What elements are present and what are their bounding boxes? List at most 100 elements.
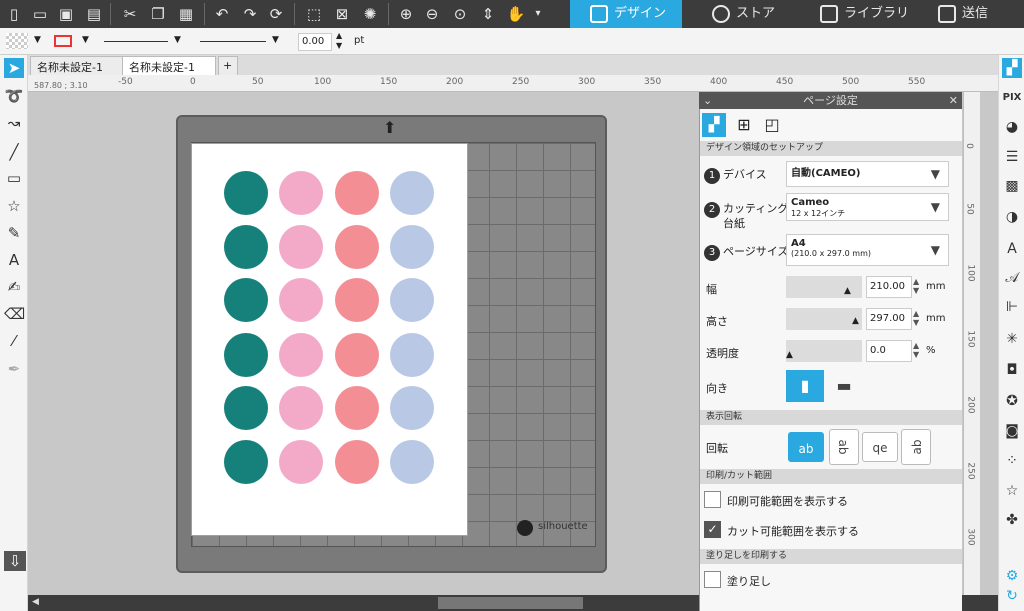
rotate-90-button[interactable]: ab [829, 429, 859, 465]
sync-icon[interactable]: ↻ [1002, 586, 1022, 606]
polygon-tool-icon[interactable]: ☆ [4, 196, 24, 216]
refresh-icon[interactable]: ⟳ [266, 4, 286, 24]
landscape-icon[interactable]: ▬ [830, 374, 858, 398]
zoom-in-icon[interactable]: ⊕ [396, 4, 416, 24]
eyedropper-tool-icon[interactable]: ✒ [4, 359, 24, 379]
cutting-mat-dropdown[interactable]: Cameo 12 x 12インチ ▼ [786, 193, 949, 221]
contrast-icon[interactable]: ◑ [1002, 207, 1022, 227]
tab-send[interactable]: 送信 [918, 0, 1024, 28]
rotate-0-button[interactable]: ab [788, 432, 824, 462]
scroll-left-icon[interactable]: ◀ [32, 597, 39, 607]
sticker-teal[interactable] [224, 333, 268, 377]
offset-icon[interactable]: ✪ [1002, 391, 1022, 411]
bleed-checkbox[interactable] [704, 571, 721, 588]
line-style-preview[interactable] [104, 41, 168, 42]
rotate-270-button[interactable]: ab [901, 429, 931, 465]
line-tool-icon[interactable]: ╱ [4, 142, 24, 162]
sticker-pink[interactable] [279, 386, 323, 430]
close-icon[interactable]: ✕ [949, 92, 958, 109]
portrait-icon[interactable]: ▮ [786, 370, 824, 402]
sticker-coral[interactable] [335, 225, 379, 269]
trace-icon[interactable]: ◙ [1002, 421, 1022, 441]
cut-area-checkbox[interactable]: ✓ [704, 521, 721, 538]
transparency-slider[interactable]: ▲ [786, 340, 862, 362]
chevron-down-icon[interactable]: ▼ [34, 35, 41, 45]
line-join-preview[interactable] [200, 41, 266, 42]
sticker-pink[interactable] [279, 225, 323, 269]
print-icon[interactable]: ▤ [84, 4, 104, 24]
star-icon[interactable]: ☆ [1002, 481, 1022, 501]
modify-icon[interactable]: ◘ [1002, 360, 1022, 380]
transparency-spinner[interactable]: ▲ ▼ [913, 341, 919, 359]
print-area-checkbox[interactable] [704, 491, 721, 508]
spinner-icon[interactable]: ▲ ▼ [336, 31, 342, 51]
align-icon[interactable]: ⊩ [1002, 297, 1022, 317]
tab-library[interactable]: ライブラリ [800, 0, 915, 28]
deselect-icon[interactable]: ⊠ [332, 4, 352, 24]
replicate-icon[interactable]: ⁘ [1002, 451, 1022, 471]
chevron-down-icon[interactable]: ▼ [174, 35, 181, 45]
point-edit-tool-icon[interactable]: ↝ [4, 113, 24, 133]
line-width-input[interactable]: 0.00 [298, 33, 332, 51]
chevron-down-icon[interactable]: ⌄ [703, 92, 712, 109]
chevron-down-icon[interactable]: ▼ [82, 35, 89, 45]
sticker-pink[interactable] [279, 278, 323, 322]
sticker-teal[interactable] [224, 171, 268, 215]
page-size-dropdown[interactable]: A4 (210.0 x 297.0 mm) ▼ [786, 234, 949, 266]
zoom-select-icon[interactable]: ⊙ [450, 4, 470, 24]
width-input[interactable]: 210.00 [866, 276, 912, 298]
download-panel-icon[interactable]: ⇩ [4, 551, 26, 571]
page-settings-icon[interactable]: ▞ [702, 113, 726, 137]
sticker-teal[interactable] [224, 440, 268, 484]
page-setup-icon[interactable]: ▞ [1002, 58, 1022, 78]
new-tab-button[interactable]: + [218, 56, 238, 75]
sticker-coral[interactable] [335, 440, 379, 484]
sticker-coral[interactable] [335, 386, 379, 430]
pencil-tool-icon[interactable]: ✎ [4, 223, 24, 243]
fit-to-page-icon[interactable]: ⇕ [478, 4, 498, 24]
grid-settings-icon[interactable]: ⊞ [732, 113, 756, 137]
open-folder-icon[interactable]: ▭ [30, 4, 50, 24]
transform-icon[interactable]: ✳ [1002, 329, 1022, 349]
text-style-icon[interactable]: A [1002, 239, 1022, 259]
transparency-input[interactable]: 0.0 [866, 340, 912, 362]
select-all-icon[interactable]: ⬚ [304, 4, 324, 24]
height-spinner[interactable]: ▲ ▼ [913, 309, 919, 327]
sticker-teal[interactable] [224, 225, 268, 269]
sticker-blue[interactable] [390, 171, 434, 215]
pixscan-icon[interactable]: PIX [1002, 88, 1022, 108]
select-tool-icon[interactable]: ➤ [4, 58, 24, 78]
tab-design[interactable]: デザイン [570, 0, 682, 28]
new-file-icon[interactable]: ▯ [4, 4, 24, 24]
rotate-180-button[interactable]: qe [862, 432, 898, 462]
sticker-blue[interactable] [390, 333, 434, 377]
height-input[interactable]: 297.00 [866, 308, 912, 330]
puzzle-icon[interactable]: ✤ [1002, 510, 1022, 530]
chevron-down-icon[interactable]: ▾ [528, 4, 548, 24]
zoom-out-icon[interactable]: ⊖ [422, 4, 442, 24]
device-dropdown[interactable]: 自動(CAMEO) ▼ [786, 161, 949, 187]
sketch-text-icon[interactable]: 𝒜 [1002, 268, 1022, 288]
width-spinner[interactable]: ▲ ▼ [913, 277, 919, 295]
lasso-tool-icon[interactable]: ➰ [4, 86, 24, 106]
cut-icon[interactable]: ✂ [120, 4, 140, 24]
sticker-coral[interactable] [335, 333, 379, 377]
doc-tab-active[interactable]: 名称未設定-1 × [122, 56, 216, 88]
eraser-tool-icon[interactable]: ⌫ [4, 304, 25, 324]
rectangle-tool-icon[interactable]: ▭ [4, 168, 24, 188]
sticker-pink[interactable] [279, 440, 323, 484]
chevron-down-icon[interactable]: ▼ [272, 35, 279, 45]
sticker-teal[interactable] [224, 386, 268, 430]
sticker-teal[interactable] [224, 278, 268, 322]
redo-icon[interactable]: ↷ [240, 4, 260, 24]
tab-store[interactable]: ストア [692, 0, 797, 28]
copy-icon[interactable]: ❐ [148, 4, 168, 24]
sticker-blue[interactable] [390, 440, 434, 484]
text-tool-icon[interactable]: A [4, 250, 24, 270]
undo-icon[interactable]: ↶ [212, 4, 232, 24]
select-by-color-icon[interactable]: ✺ [360, 4, 380, 24]
line-color-swatch[interactable] [54, 35, 72, 47]
paste-icon[interactable]: ▦ [176, 4, 196, 24]
sticker-coral[interactable] [335, 278, 379, 322]
sticker-blue[interactable] [390, 278, 434, 322]
